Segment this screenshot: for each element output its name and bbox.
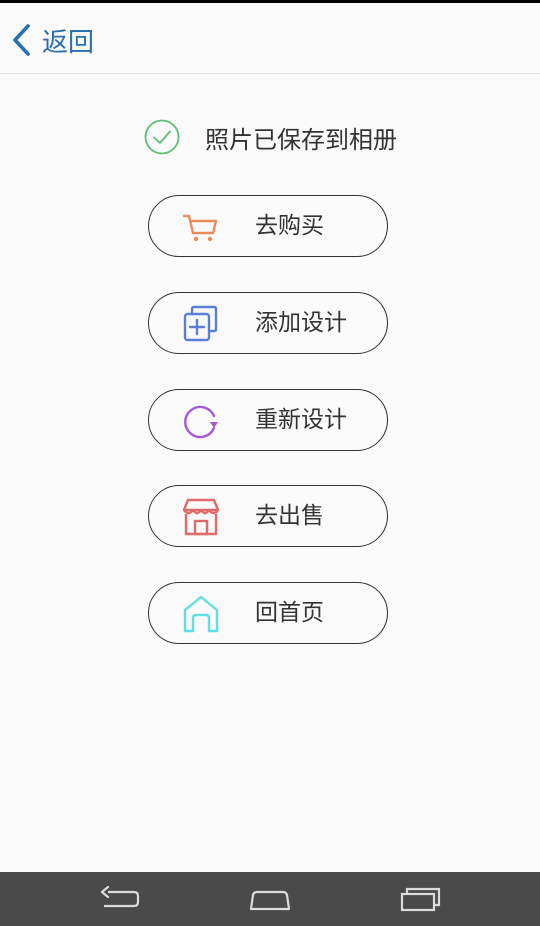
recents-icon: [400, 887, 441, 912]
header: 返回: [0, 3, 540, 74]
add-layer-icon: [183, 305, 218, 342]
system-navbar: [0, 872, 540, 926]
home-button[interactable]: 回首页: [148, 582, 388, 644]
buy-label: 去购买: [255, 213, 324, 239]
sell-label: 去出售: [255, 503, 324, 529]
shopping-cart-icon: [182, 214, 218, 242]
redesign-button[interactable]: 重新设计: [148, 389, 388, 451]
storefront-icon: [182, 498, 220, 536]
screen: 返回 照片已保存到相册 去购买 添加设计 重新设计 去出售 回首页: [0, 0, 540, 926]
add-design-button[interactable]: 添加设计: [148, 292, 388, 354]
chevron-left-icon: [13, 24, 30, 56]
add-design-label: 添加设计: [255, 310, 347, 336]
home-icon: [183, 595, 219, 633]
save-status: 照片已保存到相册: [0, 112, 540, 162]
check-circle-icon: [144, 119, 180, 155]
status-text: 照片已保存到相册: [205, 125, 397, 154]
home-label: 回首页: [255, 600, 324, 626]
redesign-label: 重新设计: [255, 407, 347, 433]
system-back-button[interactable]: [70, 872, 170, 926]
buy-button[interactable]: 去购买: [148, 195, 388, 257]
refresh-icon: [184, 405, 218, 439]
back-icon: [100, 885, 140, 908]
system-recents-button[interactable]: [370, 872, 470, 926]
system-home-button[interactable]: [220, 872, 320, 926]
back-button[interactable]: 返回: [10, 19, 94, 61]
sell-button[interactable]: 去出售: [148, 485, 388, 547]
home-icon: [249, 890, 291, 911]
back-label: 返回: [42, 27, 95, 58]
